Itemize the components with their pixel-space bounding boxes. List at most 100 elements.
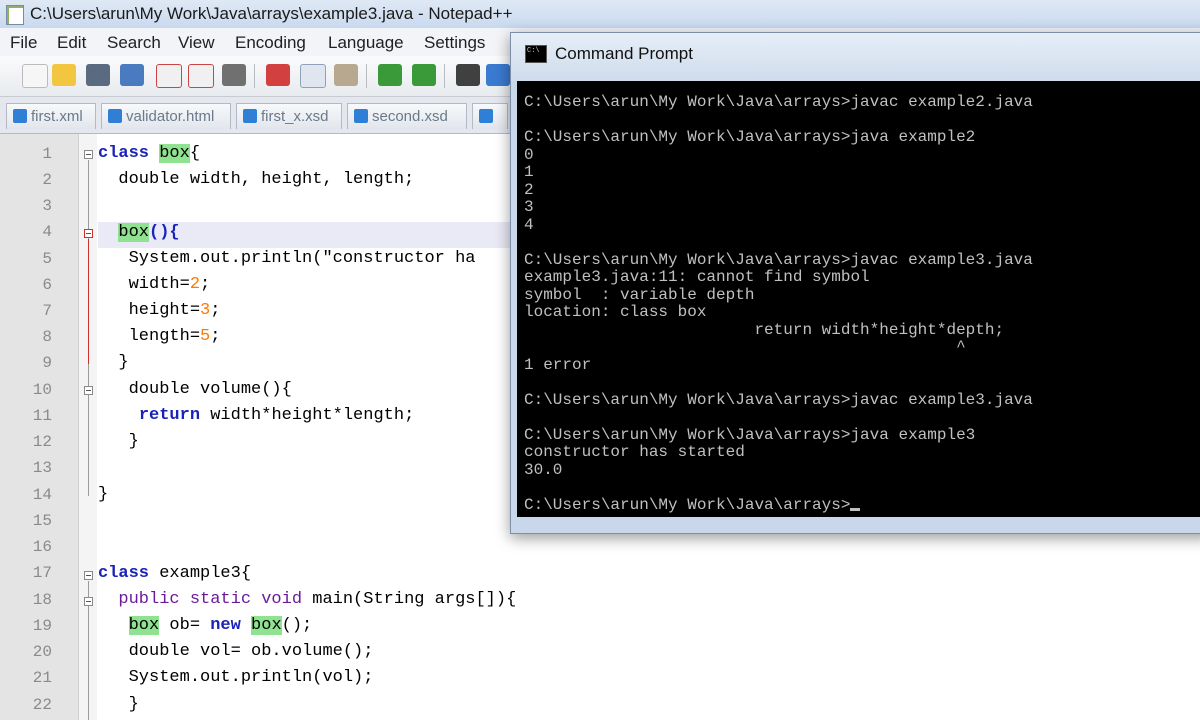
code-token: double vol= ob.volume(); xyxy=(128,642,374,661)
code-line-12: } xyxy=(98,432,139,451)
fold-toggle-icon[interactable] xyxy=(84,150,93,159)
redo-icon[interactable] xyxy=(412,64,436,86)
code-token: ob= xyxy=(159,616,211,635)
code-line-18: public static void main(String args[]){ xyxy=(98,590,516,609)
code-line-2: double width, height, length; xyxy=(98,170,414,189)
fold-toggle-icon[interactable] xyxy=(84,386,93,395)
notepadpp-title-bar[interactable]: C:\Users\arun\My Work\Java\arrays\exampl… xyxy=(0,0,1200,29)
keyword: return xyxy=(138,406,201,425)
menu-search[interactable]: Search xyxy=(107,33,161,53)
tab-label: first.xml xyxy=(31,108,83,125)
tab-first-xsd[interactable]: first_x.xsd xyxy=(236,103,342,129)
line-number: 3 xyxy=(42,197,52,215)
console-line: C:\Users\arun\My Work\Java\arrays>java e… xyxy=(524,128,976,146)
line-number: 18 xyxy=(32,591,52,609)
fold-toggle-icon[interactable] xyxy=(84,229,93,238)
code-line-1: class box{ xyxy=(98,144,200,163)
console-line: 3 xyxy=(524,198,534,216)
tab-first-xml[interactable]: first.xml xyxy=(6,103,96,129)
tab-second-xsd[interactable]: second.xsd xyxy=(347,103,467,129)
menu-language[interactable]: Language xyxy=(328,33,404,53)
menu-settings[interactable]: Settings xyxy=(424,33,485,53)
replace-icon[interactable] xyxy=(486,64,510,86)
tab-example3-java[interactable] xyxy=(472,103,508,129)
console-line: ^ xyxy=(524,338,966,356)
new-file-icon[interactable] xyxy=(22,64,48,88)
tab-validator-html[interactable]: validator.html xyxy=(101,103,231,129)
code-line-5: System.out.println("constructor ha xyxy=(98,249,476,268)
close-all-icon[interactable] xyxy=(188,64,214,88)
save-icon[interactable] xyxy=(86,64,110,86)
code-line-4: box(){ xyxy=(98,223,180,242)
code-token: (); xyxy=(281,616,313,635)
console-output[interactable]: C:\Users\arun\My Work\Java\arrays>javac … xyxy=(517,81,1200,517)
code-token: double width, height, length; xyxy=(118,170,415,189)
matched-identifier: box xyxy=(159,144,190,163)
menu-edit[interactable]: Edit xyxy=(57,33,86,53)
menu-view[interactable]: View xyxy=(178,33,215,53)
command-prompt-title: Command Prompt xyxy=(555,44,693,63)
menu-file[interactable]: File xyxy=(10,33,37,53)
code-line-7: height=3; xyxy=(98,301,221,320)
line-number: 15 xyxy=(32,512,52,530)
line-number: 14 xyxy=(32,486,52,504)
copy-icon[interactable] xyxy=(300,64,326,88)
command-prompt-window: Command Prompt C:\Users\arun\My Work\Jav… xyxy=(510,32,1200,534)
close-file-icon[interactable] xyxy=(156,64,182,88)
line-number: 22 xyxy=(32,696,52,714)
code-token: double volume(){ xyxy=(128,380,292,399)
code-token: main(String args[]){ xyxy=(302,590,517,609)
line-number: 4 xyxy=(42,223,52,241)
line-number: 21 xyxy=(32,669,52,687)
code-line-14: } xyxy=(98,485,108,504)
line-number: 17 xyxy=(32,564,52,582)
file-icon xyxy=(354,109,368,123)
number-literal: 5 xyxy=(200,327,211,346)
code-line-21: System.out.println(vol); xyxy=(98,668,374,687)
keyword: public static void xyxy=(118,590,303,609)
save-all-icon[interactable] xyxy=(120,64,144,86)
matched-identifier: box xyxy=(251,616,282,635)
number-literal: 2 xyxy=(189,275,201,294)
menu-encoding[interactable]: Encoding xyxy=(235,33,306,53)
file-icon xyxy=(108,109,122,123)
paste-icon[interactable] xyxy=(334,64,358,86)
code-token: ; xyxy=(200,275,211,294)
fold-toggle-icon[interactable] xyxy=(84,571,93,580)
console-icon xyxy=(525,45,547,63)
console-line: example3.java:11: cannot find symbol xyxy=(524,268,870,286)
console-line: 4 xyxy=(524,216,534,234)
line-number: 12 xyxy=(32,433,52,451)
code-token: ; xyxy=(210,301,221,320)
line-number: 16 xyxy=(32,538,52,556)
command-prompt-title-bar[interactable]: Command Prompt xyxy=(511,33,1200,81)
code-token: width*height*length; xyxy=(200,406,415,425)
code-line-11: return width*height*length; xyxy=(98,406,414,425)
code-line-6: width=2; xyxy=(98,275,211,294)
open-folder-icon[interactable] xyxy=(52,64,76,86)
console-line: return width*height*depth; xyxy=(524,321,1005,339)
code-line-19: box ob= new box(); xyxy=(98,616,312,635)
console-line: C:\Users\arun\My Work\Java\arrays>java e… xyxy=(524,426,976,444)
toolbar-separator xyxy=(254,64,255,88)
fold-toggle-icon[interactable] xyxy=(84,597,93,606)
file-icon xyxy=(243,109,257,123)
matched-identifier: box xyxy=(118,223,150,242)
code-line-9: } xyxy=(98,353,128,372)
line-number: 11 xyxy=(32,407,52,425)
line-number: 13 xyxy=(32,459,52,477)
code-line-10: double volume(){ xyxy=(98,380,292,399)
print-icon[interactable] xyxy=(222,64,246,86)
cut-icon[interactable] xyxy=(266,64,290,86)
code-token: System.out.println("constructor ha xyxy=(128,249,476,268)
code-line-8: length=5; xyxy=(98,327,221,346)
code-token: System.out.println(vol); xyxy=(128,668,374,687)
notepadpp-window-title: C:\Users\arun\My Work\Java\arrays\exampl… xyxy=(30,4,513,23)
code-token: } xyxy=(128,432,139,451)
undo-icon[interactable] xyxy=(378,64,402,86)
find-icon[interactable] xyxy=(456,64,480,86)
console-line: 0 xyxy=(524,146,534,164)
keyword: class xyxy=(98,144,150,163)
console-line: C:\Users\arun\My Work\Java\arrays>javac … xyxy=(524,93,1033,111)
code-token: ; xyxy=(210,327,221,346)
